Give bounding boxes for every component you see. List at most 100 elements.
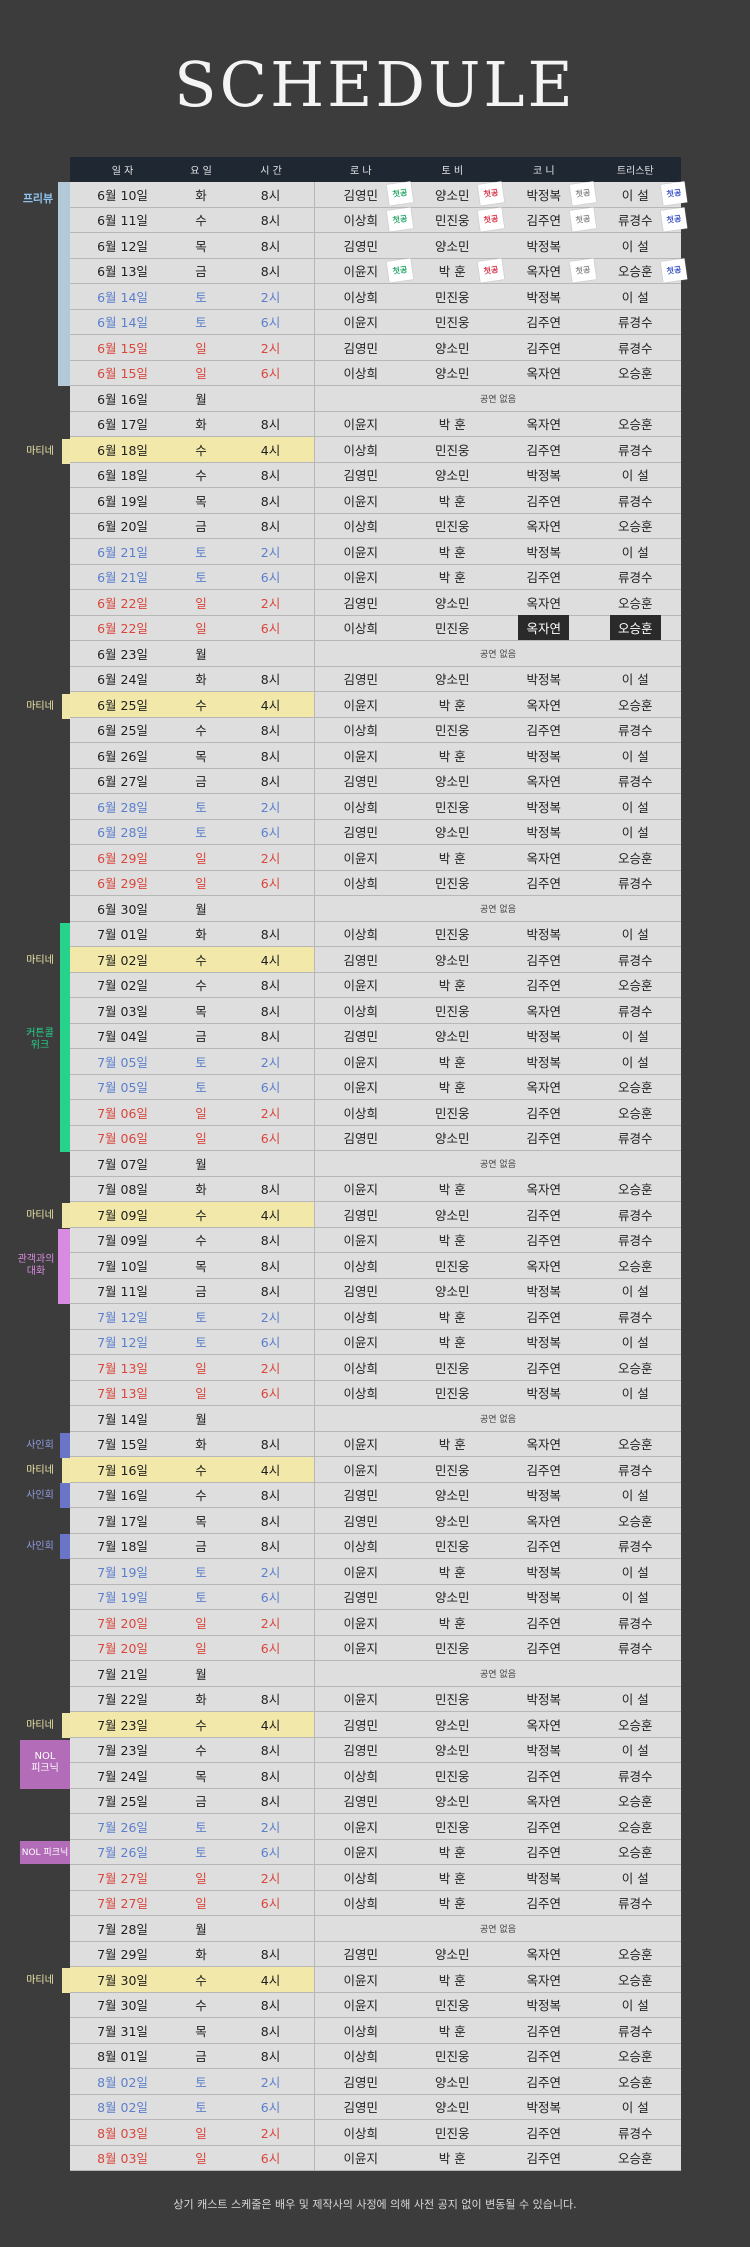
day-cell: 일	[195, 621, 207, 637]
table-row: 6월 21일 토 2시 이윤지 박 훈 박정복 이 설	[70, 539, 681, 565]
date-cell: 6월 24일	[97, 672, 148, 688]
toby-cell: 민진웅	[407, 1381, 499, 1406]
cast-name: 이상희	[343, 1309, 378, 1325]
table-row: 7월 19일 토 6시 김영민 양소민 박정복 이 설	[70, 1584, 681, 1610]
date-cell: 7월 27일	[97, 1870, 148, 1886]
coni-cell: 옥자연	[498, 1508, 590, 1533]
table-row: 7월 13일 일 2시 이상희 민진웅 김주연 오승훈	[70, 1355, 681, 1381]
cast-name: 박 훈	[438, 1564, 466, 1580]
cast-name: 박 훈	[438, 1233, 466, 1249]
toby-cell: 양소민	[407, 820, 499, 845]
date-cell: 7월 05일	[97, 1080, 148, 1096]
rona-cell: 김영민	[315, 1279, 407, 1304]
cast-name: 옥자연	[526, 1258, 561, 1274]
date-cell: 7월 14일	[97, 1411, 148, 1427]
time-cell: 8시	[227, 513, 315, 538]
coni-cell: 김주연	[498, 1610, 590, 1635]
tristan-cell: 오승훈	[590, 1789, 682, 1814]
cast-name: 김주연	[526, 570, 561, 586]
tristan-cell: 오승훈	[590, 973, 682, 998]
date-cell: 6월 14일	[97, 315, 148, 331]
cast-name: 양소민	[434, 468, 470, 484]
cast-name: 이상희	[343, 723, 378, 739]
day-cell: 금	[195, 774, 207, 790]
coni-cell: 옥자연	[498, 998, 590, 1023]
cast-name: 이상희	[343, 2023, 378, 2039]
time-cell: 8시	[227, 488, 315, 513]
date-cell: 7월 19일	[97, 1564, 148, 1580]
table-row: 7월 25일 금 8시 김영민 양소민 옥자연 오승훈	[70, 1788, 682, 1814]
table-row: 6월 18일 수 8시 김영민 양소민 박정복 이 설	[70, 462, 681, 488]
day-cell: 목	[195, 2023, 207, 2039]
time-cell: 6시	[227, 819, 315, 844]
coni-cell: 옥자연	[498, 692, 590, 717]
tristan-cell: 류경수	[590, 1202, 682, 1227]
toby-cell: 민진웅	[407, 1687, 499, 1712]
coni-cell: 옥자연	[498, 1789, 590, 1814]
date-cell: 7월 09일	[97, 1233, 148, 1249]
date-cell: 7월 08일	[97, 1182, 148, 1198]
day-cell: 수	[195, 1998, 207, 2014]
tristan-cell: 류경수	[590, 769, 682, 794]
toby-cell: 박 훈	[407, 1865, 499, 1890]
time-cell: 6시	[227, 1890, 315, 1915]
cast-name: 이윤지	[343, 2151, 378, 2167]
cast-name: 이 설	[621, 544, 649, 560]
cast-name: 오승훈	[617, 366, 653, 382]
table-row: 7월 23일 수 8시 김영민 양소민 박정복 이 설	[70, 1737, 681, 1763]
date-cell: 8월 02일	[97, 2074, 148, 2090]
tristan-cell: 이 설	[590, 1381, 682, 1406]
cast-name: 박 훈	[438, 850, 466, 866]
cast-name: 민진웅	[434, 927, 470, 943]
tristan-cell: 이 설	[590, 1279, 682, 1304]
tristan-cell: 이 설	[590, 284, 682, 309]
coni-cell: 김주연	[498, 1355, 590, 1380]
table-row: 6월 24일 화 8시 김영민 양소민 박정복 이 설	[70, 666, 681, 692]
table-row: 7월 15일 화 8시 이윤지 박 훈 옥자연 오승훈	[70, 1431, 681, 1457]
cast-name: 이 설	[621, 1284, 649, 1300]
rona-cell: 김영민	[315, 947, 407, 972]
day-cell: 토	[195, 825, 207, 841]
table-row: 7월 19일 토 2시 이윤지 박 훈 박정복 이 설	[70, 1559, 681, 1585]
rona-cell: 이상희	[315, 284, 407, 309]
cast-name: 이 설	[621, 468, 649, 484]
date-cell: 7월 06일	[97, 1105, 148, 1121]
tristan-cell: 류경수	[590, 488, 682, 513]
day-cell: 토	[195, 570, 207, 586]
table-row: 7월 28일 월 공연 없음	[70, 1916, 681, 1942]
toby-cell: 박 훈	[407, 973, 499, 998]
toby-cell: 박 훈	[407, 1075, 499, 1100]
cast-name: 민진웅	[434, 1998, 470, 2014]
cast-name: 박정복	[526, 1284, 561, 1300]
time-cell: 8시	[227, 411, 315, 436]
cast-name: 이윤지	[343, 493, 378, 509]
cast-name: 김주연	[526, 1615, 561, 1631]
date-cell: 8월 02일	[97, 2100, 148, 2116]
day-cell: 토	[195, 2100, 207, 2116]
time-cell: 8시	[227, 1227, 315, 1252]
date-cell: 7월 11일	[97, 1284, 148, 1300]
date-cell: 6월 20일	[97, 519, 148, 535]
rona-cell: 이상희	[315, 1355, 407, 1380]
nol-picnic-label: NOL 피크닉	[21, 1848, 69, 1858]
cast-name: 김주연	[526, 1233, 561, 1249]
table-row: 7월 02일 수 4시 김영민 양소민 김주연 류경수	[70, 947, 681, 973]
time-cell: 4시	[227, 692, 315, 717]
cast-name: 박정복	[526, 927, 561, 943]
cast-name: 오승훈	[617, 978, 653, 994]
day-cell: 일	[195, 340, 207, 356]
date-cell: 6월 15일	[97, 366, 148, 382]
cast-name: 류경수	[617, 952, 653, 968]
table-row: 8월 03일 일 2시 이상희 민진웅 김주연 류경수	[70, 2120, 681, 2146]
coni-cell: 옥자연	[498, 845, 590, 870]
cast-name: 이 설	[621, 1870, 649, 1886]
table-row: 6월 28일 토 6시 김영민 양소민 박정복 이 설	[70, 819, 681, 845]
coni-cell: 박정복 첫공	[498, 181, 596, 207]
table-row: 6월 13일 금 8시 이윤지 첫공 박 훈 첫공 옥자연 첫공 오승훈 첫공	[70, 257, 688, 284]
day-cell: 화	[195, 187, 207, 203]
day-cell: 수	[175, 947, 227, 972]
tristan-cell: 류경수	[590, 1457, 682, 1482]
cast-name: 양소민	[434, 1590, 470, 1606]
cast-name: 오승훈	[617, 697, 653, 713]
day-cell: 일	[195, 1105, 207, 1121]
